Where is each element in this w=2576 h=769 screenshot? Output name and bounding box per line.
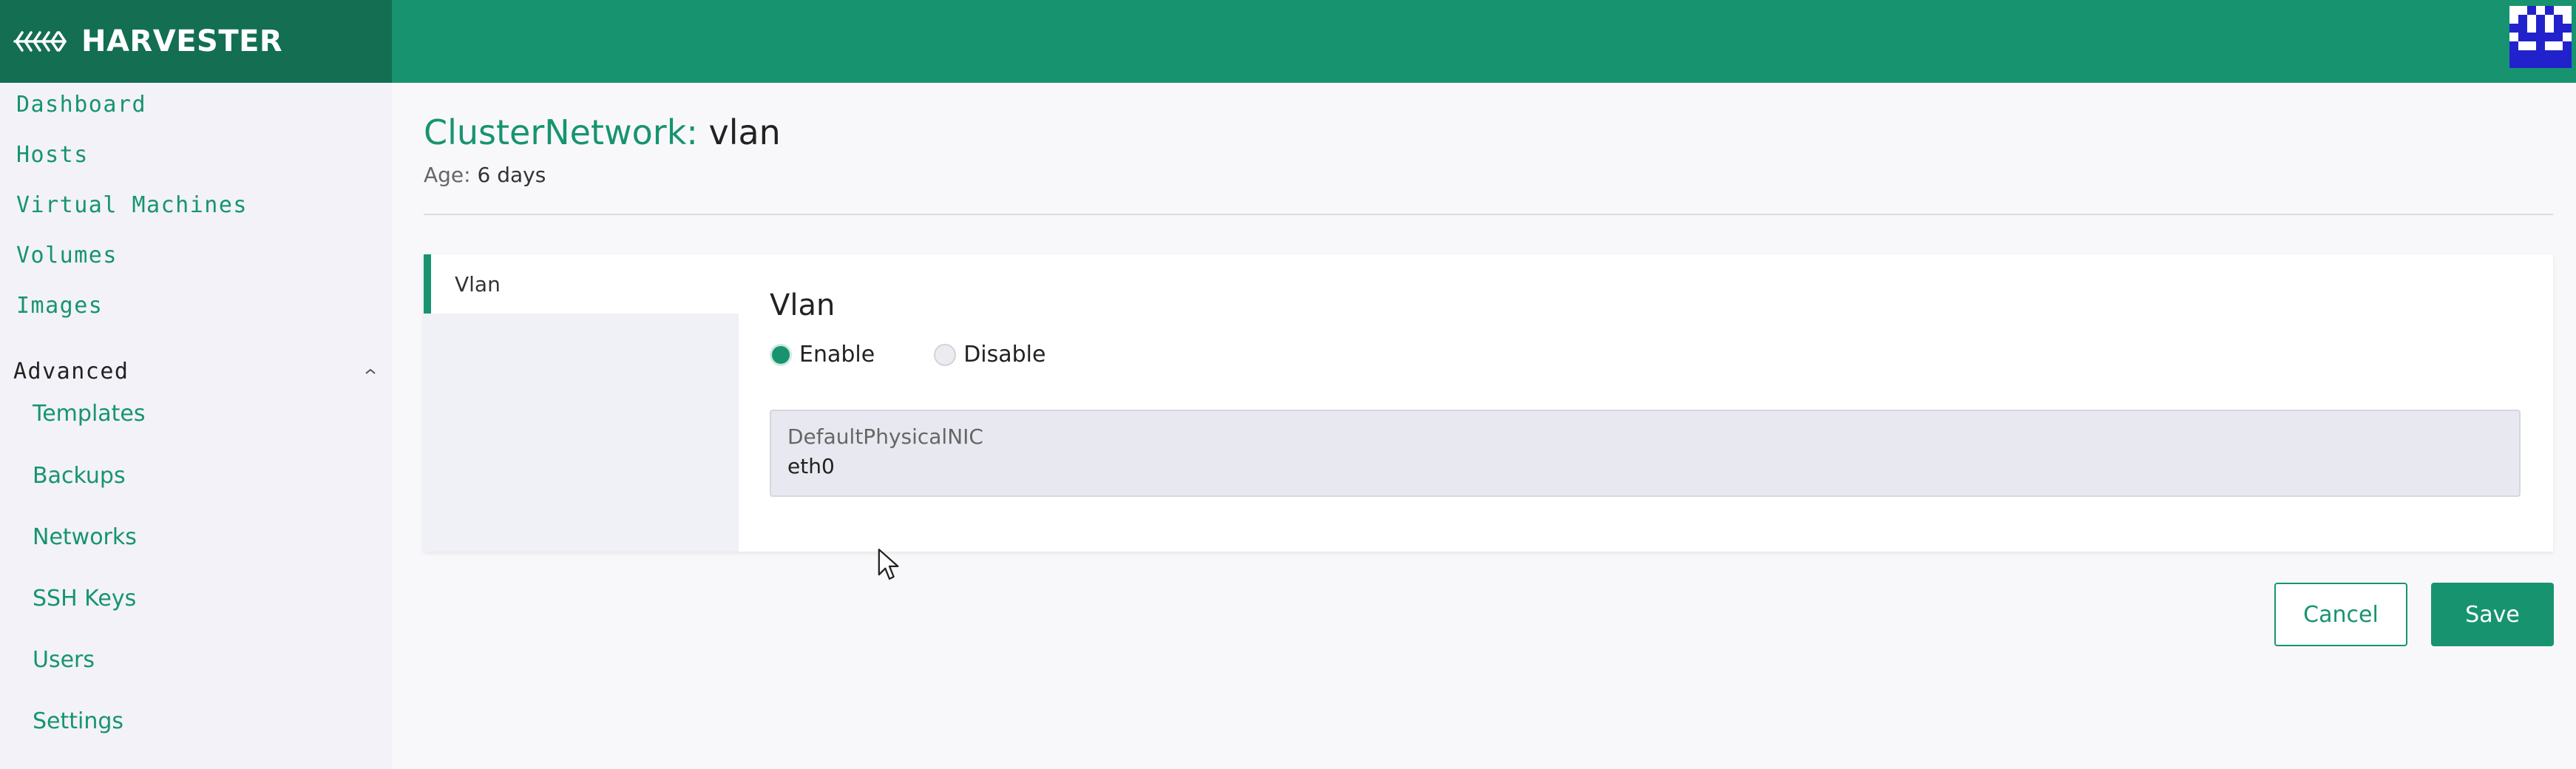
sidebar-item-users[interactable]: Users bbox=[33, 647, 95, 673]
age-info: Age: 6 days bbox=[424, 163, 546, 187]
page-title: ClusterNetwork: vlan bbox=[424, 112, 781, 152]
divider bbox=[424, 214, 2553, 215]
chevron-up-icon bbox=[365, 368, 376, 374]
enable-radio[interactable] bbox=[770, 343, 792, 366]
avatar-icon bbox=[2509, 6, 2572, 68]
user-avatar[interactable] bbox=[2509, 6, 2572, 68]
cancel-button[interactable]: Cancel bbox=[2274, 583, 2407, 646]
sidebar-item-settings[interactable]: Settings bbox=[33, 708, 123, 734]
vlan-radio-group: Enable Disable bbox=[770, 342, 1045, 367]
tab-vlan[interactable]: Vlan bbox=[424, 254, 739, 314]
save-button[interactable]: Save bbox=[2431, 583, 2554, 646]
sidebar-item-backups[interactable]: Backups bbox=[33, 463, 126, 489]
section-title: Vlan bbox=[770, 288, 835, 322]
default-physical-nic-field[interactable]: DefaultPhysicalNIC eth0 bbox=[770, 410, 2521, 497]
sidebar-item-hosts[interactable]: Hosts bbox=[16, 142, 89, 168]
side-tabs: Vlan bbox=[424, 254, 739, 552]
page-title-value: vlan bbox=[708, 112, 781, 152]
top-header: HARVESTER bbox=[0, 0, 2576, 83]
disable-radio-label[interactable]: Disable bbox=[963, 342, 1045, 367]
enable-radio-label[interactable]: Enable bbox=[799, 342, 875, 367]
sidebar-item-networks[interactable]: Networks bbox=[33, 524, 137, 550]
field-label: DefaultPhysicalNIC bbox=[787, 424, 983, 449]
sidebar-item-dashboard[interactable]: Dashboard bbox=[16, 92, 146, 118]
mouse-cursor-icon bbox=[878, 549, 899, 580]
brand[interactable]: HARVESTER bbox=[0, 0, 392, 83]
sidebar-item-images[interactable]: Images bbox=[16, 293, 103, 319]
sidebar-item-ssh-keys[interactable]: SSH Keys bbox=[33, 586, 136, 612]
sidebar-group-label: Advanced bbox=[13, 358, 129, 384]
age-label: Age: bbox=[424, 163, 471, 187]
config-panel: Vlan Vlan Enable Disable DefaultPhysical… bbox=[424, 254, 2553, 552]
field-value: eth0 bbox=[787, 454, 835, 478]
sidebar-group-advanced[interactable]: Advanced bbox=[13, 349, 377, 393]
sidebar: Dashboard Hosts Virtual Machines Volumes… bbox=[0, 83, 392, 769]
page-title-key: ClusterNetwork: bbox=[424, 112, 698, 152]
brand-name: HARVESTER bbox=[81, 24, 283, 58]
sidebar-item-virtual-machines[interactable]: Virtual Machines bbox=[16, 192, 248, 218]
age-value: 6 days bbox=[477, 163, 546, 187]
disable-radio[interactable] bbox=[934, 343, 957, 366]
harvester-logo-icon bbox=[13, 31, 67, 52]
sidebar-item-volumes[interactable]: Volumes bbox=[16, 243, 118, 268]
sidebar-item-templates[interactable]: Templates bbox=[33, 401, 146, 427]
